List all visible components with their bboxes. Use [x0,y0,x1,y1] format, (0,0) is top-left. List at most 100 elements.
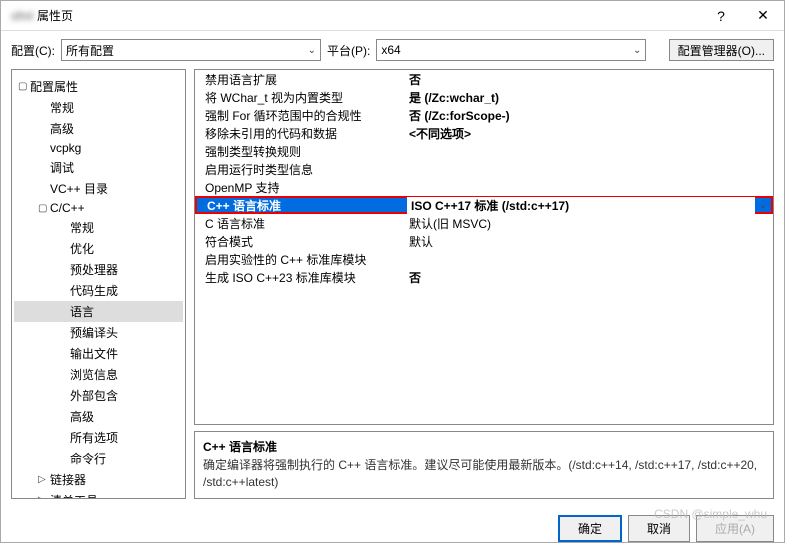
tree-item-label: 常规 [70,219,94,236]
property-key: 移除未引用的代码和数据 [195,125,405,142]
tree-item-label: 常规 [50,99,74,116]
tree-item[interactable]: 预处理器 [14,259,183,280]
property-key: 将 WChar_t 视为内置类型 [195,89,405,106]
tree-item-label: 代码生成 [70,282,118,299]
property-row[interactable]: OpenMP 支持 [195,178,773,196]
property-row[interactable]: 移除未引用的代码和数据<不同选项> [195,124,773,142]
dialog-title: 属性页 [37,7,73,24]
property-value[interactable]: ISO C++17 标准 (/std:c++17) [407,197,755,214]
property-row[interactable]: 将 WChar_t 视为内置类型是 (/Zc:wchar_t) [195,88,773,106]
tree-item[interactable]: 浏览信息 [14,364,183,385]
chevron-down-icon[interactable]: ⌄ [755,200,771,211]
chevron-down-icon: ⌄ [308,45,316,56]
tree-item[interactable]: 代码生成 [14,280,183,301]
tree-item-label: 浏览信息 [70,366,118,383]
expand-icon: ▢ [18,81,30,92]
config-manager-button[interactable]: 配置管理器(O)... [669,39,774,61]
tree-item-label: 外部包含 [70,387,118,404]
description-box: C++ 语言标准 确定编译器将强制执行的 C++ 语言标准。建议尽可能使用最新版… [194,431,774,499]
tree-item[interactable]: 外部包含 [14,385,183,406]
property-row[interactable]: 符合模式默认 [195,232,773,250]
tree-item-label: 预处理器 [70,261,118,278]
property-value[interactable]: 否 (/Zc:forScope-) [405,107,773,124]
tree-item[interactable]: 常规 [14,97,183,118]
tree-item[interactable]: ▢配置属性 [14,76,183,97]
property-grid[interactable]: 禁用语言扩展否将 WChar_t 视为内置类型是 (/Zc:wchar_t)强制… [194,69,774,425]
tree-item[interactable]: ▷清单工具 [14,490,183,499]
tree-item[interactable]: ▷链接器 [14,469,183,490]
tree-item[interactable]: 高级 [14,406,183,427]
property-key: 强制类型转换规则 [195,143,405,160]
property-key: 生成 ISO C++23 标准库模块 [195,269,405,286]
tree-item-label: 高级 [50,120,74,137]
config-dropdown[interactable]: 所有配置 ⌄ [61,39,321,61]
tree-item-label: 命令行 [70,450,106,467]
tree-item-label: 调试 [50,159,74,176]
watermark: CSDN @simple_whu [654,507,767,521]
property-row[interactable]: 启用实验性的 C++ 标准库模块 [195,250,773,268]
tree-item-label: VC++ 目录 [50,180,108,197]
tree-item-label: 预编译头 [70,324,118,341]
tree-item[interactable]: 命令行 [14,448,183,469]
chevron-down-icon: ⌄ [633,45,641,56]
tree-item[interactable]: 输出文件 [14,343,183,364]
property-value[interactable]: 否 [405,71,773,88]
tree-item[interactable]: VC++ 目录 [14,178,183,199]
platform-label: 平台(P): [327,42,370,59]
tree-item-label: 链接器 [50,471,86,488]
property-value[interactable]: <不同选项> [405,125,773,142]
tree-item[interactable]: 预编译头 [14,322,183,343]
tree-item[interactable]: 常规 [14,217,183,238]
help-button[interactable]: ? [700,1,742,31]
property-key: 启用运行时类型信息 [195,161,405,178]
description-text: 确定编译器将强制执行的 C++ 语言标准。建议尽可能使用最新版本。(/std:c… [203,457,765,491]
description-title: C++ 语言标准 [203,438,765,455]
tree-item-label: 输出文件 [70,345,118,362]
property-value[interactable]: 是 (/Zc:wchar_t) [405,89,773,106]
tree-item-label: 清单工具 [50,492,98,499]
property-value[interactable]: 默认 [405,233,773,250]
titlebar: sfml 属性页 ? ✕ [1,1,784,31]
property-key: C 语言标准 [195,215,405,232]
property-row[interactable]: C++ 语言标准ISO C++17 标准 (/std:c++17)⌄ [195,196,773,214]
property-row[interactable]: 启用运行时类型信息 [195,160,773,178]
tree-item[interactable]: 优化 [14,238,183,259]
property-key: 符合模式 [195,233,405,250]
expand-icon: ▷ [38,495,50,499]
project-name-blurred: sfml [11,9,33,23]
tree-item[interactable]: 语言 [14,301,183,322]
tree-item-label: 高级 [70,408,94,425]
ok-button[interactable]: 确定 [558,515,622,542]
tree-item-label: 配置属性 [30,78,78,95]
property-row[interactable]: 禁用语言扩展否 [195,70,773,88]
tree-item-label: vcpkg [50,141,81,155]
property-key: OpenMP 支持 [195,179,405,196]
property-row[interactable]: C 语言标准默认(旧 MSVC) [195,214,773,232]
property-row[interactable]: 生成 ISO C++23 标准库模块否 [195,268,773,286]
expand-icon: ▷ [38,474,50,485]
tree-item-label: 所有选项 [70,429,118,446]
property-key: 强制 For 循环范围中的合规性 [195,107,405,124]
topbar: 配置(C): 所有配置 ⌄ 平台(P): x64 ⌄ 配置管理器(O)... [1,31,784,69]
property-key: C++ 语言标准 [197,197,407,214]
tree-item-label: C/C++ [50,201,85,215]
tree-item[interactable]: ▢C/C++ [14,199,183,217]
tree-item[interactable]: 调试 [14,157,183,178]
property-value[interactable]: 否 [405,269,773,286]
config-label: 配置(C): [11,42,55,59]
tree-item[interactable]: 高级 [14,118,183,139]
config-value: 所有配置 [66,42,114,59]
property-value[interactable]: 默认(旧 MSVC) [405,215,773,232]
tree-item-label: 优化 [70,240,94,257]
property-row[interactable]: 强制 For 循环范围中的合规性否 (/Zc:forScope-) [195,106,773,124]
property-key: 启用实验性的 C++ 标准库模块 [195,251,405,268]
expand-icon: ▢ [38,203,50,214]
platform-dropdown[interactable]: x64 ⌄ [376,39,646,61]
tree-item-label: 语言 [70,303,94,320]
config-tree[interactable]: ▢配置属性常规高级vcpkg调试VC++ 目录▢C/C++常规优化预处理器代码生… [11,69,186,499]
close-button[interactable]: ✕ [742,1,784,31]
property-key: 禁用语言扩展 [195,71,405,88]
tree-item[interactable]: 所有选项 [14,427,183,448]
property-row[interactable]: 强制类型转换规则 [195,142,773,160]
tree-item[interactable]: vcpkg [14,139,183,157]
